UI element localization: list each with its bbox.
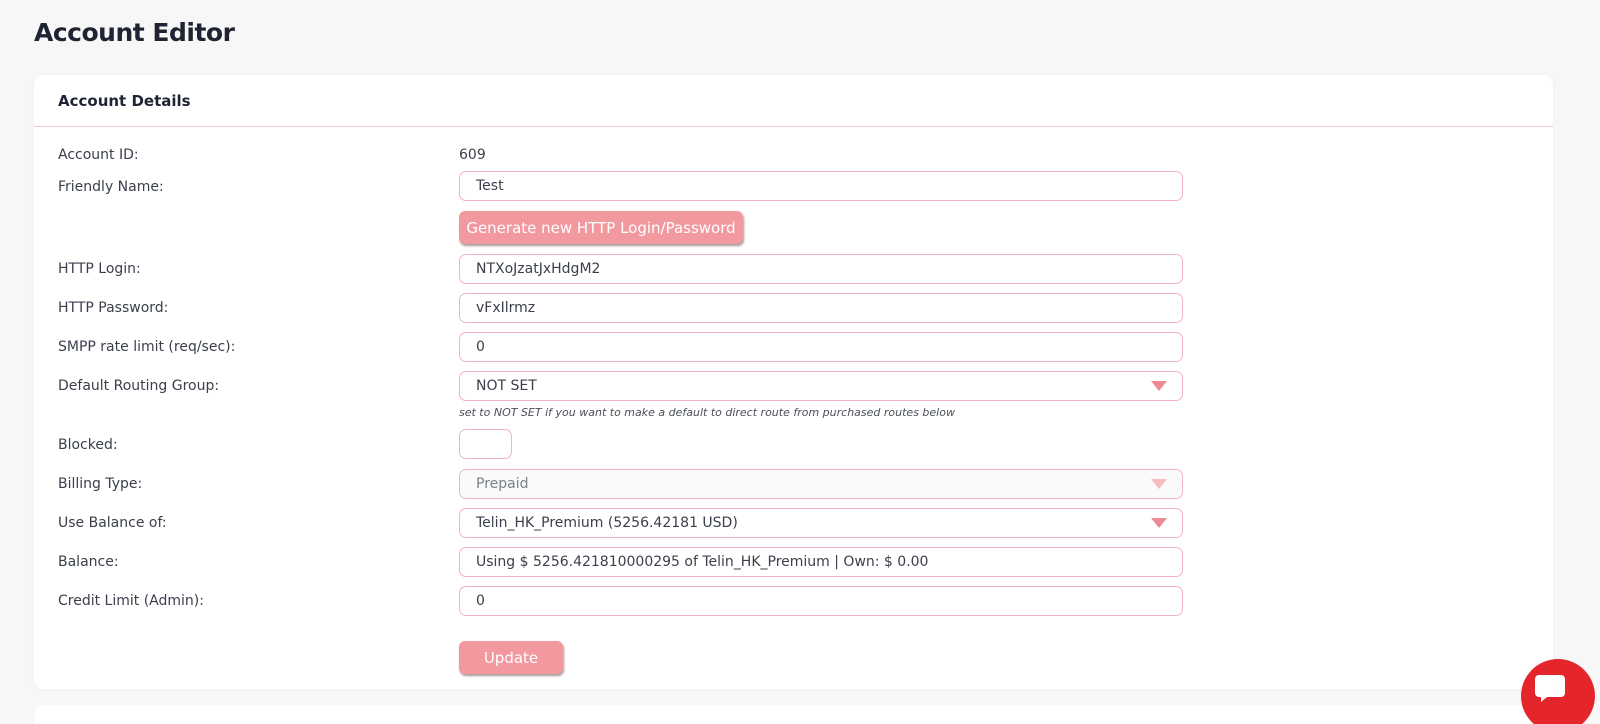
billing-type-select: Prepaid [459, 469, 1183, 499]
chat-widget-button[interactable] [1521, 659, 1595, 724]
caret-down-icon [1151, 518, 1167, 528]
blocked-label: Blocked: [58, 437, 118, 453]
friendly-name-label: Friendly Name: [58, 179, 164, 195]
http-password-label: HTTP Password: [58, 300, 169, 316]
use-balance-value: Telin_HK_Premium (5256.42181 USD) [476, 515, 738, 531]
credit-limit-input[interactable]: 0 [459, 586, 1183, 616]
http-login-label: HTTP Login: [58, 261, 141, 277]
generate-http-login-button[interactable]: Generate new HTTP Login/Password [459, 211, 743, 244]
balance-label: Balance: [58, 554, 119, 570]
smpp-rate-input[interactable]: 0 [459, 332, 1183, 362]
card-title: Account Details [58, 91, 191, 110]
update-button[interactable]: Update [459, 641, 563, 674]
chat-bubble-icon [1535, 675, 1565, 702]
http-password-input[interactable]: vFxIlrmz [459, 293, 1183, 323]
blocked-checkbox[interactable] [459, 429, 512, 459]
billing-type-value: Prepaid [476, 476, 529, 492]
account-id-value: 609 [459, 147, 486, 163]
smpp-rate-label: SMPP rate limit (req/sec): [58, 339, 236, 355]
routing-group-label: Default Routing Group: [58, 378, 220, 394]
routing-group-select[interactable]: NOT SET [459, 371, 1183, 401]
caret-down-icon [1151, 381, 1167, 391]
use-balance-label: Use Balance of: [58, 515, 167, 531]
caret-down-icon [1151, 479, 1167, 489]
http-login-input[interactable]: NTXoJzatJxHdgM2 [459, 254, 1183, 284]
credit-limit-label: Credit Limit (Admin): [58, 593, 204, 609]
routing-group-value: NOT SET [476, 378, 537, 394]
page-title: Account Editor [34, 18, 235, 47]
friendly-name-input[interactable]: Test [459, 171, 1183, 201]
account-details-card: Account Details Account ID: 609 Friendly… [34, 75, 1553, 689]
balance-input[interactable]: Using $ 5256.421810000295 of Telin_HK_Pr… [459, 547, 1183, 577]
use-balance-select[interactable]: Telin_HK_Premium (5256.42181 USD) [459, 508, 1183, 538]
routing-group-hint: set to NOT SET if you want to make a def… [459, 406, 955, 419]
billing-type-label: Billing Type: [58, 476, 143, 492]
card-header: Account Details [34, 75, 1553, 127]
next-card [34, 705, 1553, 724]
account-id-label: Account ID: [58, 147, 139, 163]
